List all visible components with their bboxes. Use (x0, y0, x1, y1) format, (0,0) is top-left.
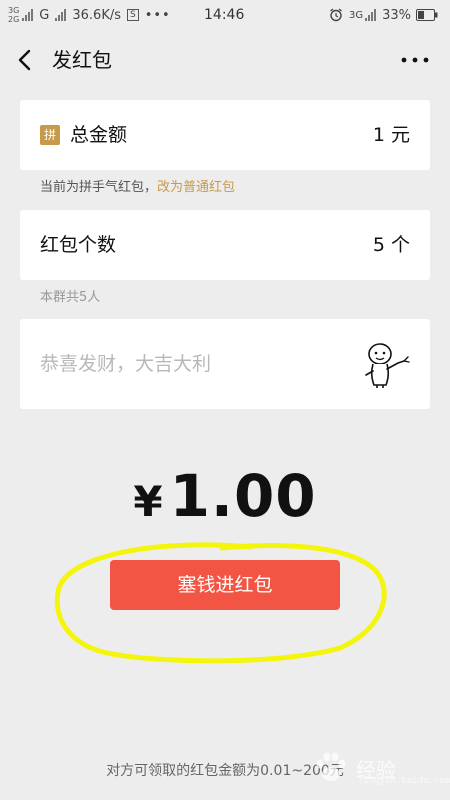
total-amount-input[interactable]: 1 元 (373, 100, 410, 170)
total-amount-card[interactable]: 拼 总金额 1 元 (20, 100, 430, 170)
lucky-packet-badge: 拼 (40, 125, 60, 145)
emoji-sticker-icon[interactable] (360, 339, 416, 389)
more-notifications-icon: ••• (144, 7, 171, 23)
status-left: 3G 2G G 36.6K/s S ••• (8, 0, 179, 30)
page-title: 发红包 (52, 48, 112, 72)
watermark: 经验 jingyan.baidu.com (312, 742, 450, 794)
amount-display: ¥1.00 (0, 462, 450, 530)
battery-percent: 33% (382, 7, 411, 23)
paw-logo-icon (316, 752, 346, 781)
amount-value: 1.00 (169, 462, 317, 530)
packet-count-label: 红包个数 (40, 234, 117, 256)
network-labels: 3G 2G (8, 6, 19, 24)
nav-bar: 发红包 (0, 30, 450, 90)
group-size-hint: 本群共5人 (40, 290, 101, 305)
blessing-card[interactable]: 恭喜发财，大吉大利 (20, 319, 430, 409)
battery-icon (416, 9, 438, 21)
watermark-subtext: jingyan.baidu.com (358, 776, 450, 786)
network-speed: 36.6K/s (72, 7, 121, 23)
put-money-button[interactable]: 塞钱进红包 (110, 560, 340, 610)
network-right-label: 3G (348, 9, 364, 21)
more-dots-icon[interactable] (400, 56, 430, 64)
packet-count-input[interactable]: 5 个 (373, 210, 410, 280)
network-type: G (39, 7, 50, 23)
alarm-icon (330, 8, 342, 22)
signal-icon (22, 9, 34, 21)
signal-icon-2 (55, 9, 67, 21)
network-top-label: 3G (8, 6, 20, 15)
packet-type-text: 当前为拼手气红包， (40, 180, 158, 195)
switch-to-normal-link[interactable]: 改为普通红包 (157, 180, 235, 195)
packet-type-hint: 当前为拼手气红包，改为普通红包 (40, 176, 235, 195)
status-bar: 3G 2G G 36.6K/s S ••• 14:46 3G 33% (0, 0, 450, 30)
status-time: 14:46 (204, 7, 245, 23)
network-bottom-label: 2G (8, 15, 20, 24)
chevron-left-icon[interactable] (14, 48, 38, 72)
currency-symbol: ¥ (133, 477, 164, 526)
total-amount-label: 总金额 (70, 124, 128, 146)
signal-icon-3 (365, 9, 377, 21)
sim-badge: S (127, 9, 139, 21)
packet-count-card[interactable]: 红包个数 5 个 (20, 210, 430, 280)
blessing-input[interactable]: 恭喜发财，大吉大利 (40, 319, 340, 409)
status-right: 3G 33% (329, 0, 438, 30)
